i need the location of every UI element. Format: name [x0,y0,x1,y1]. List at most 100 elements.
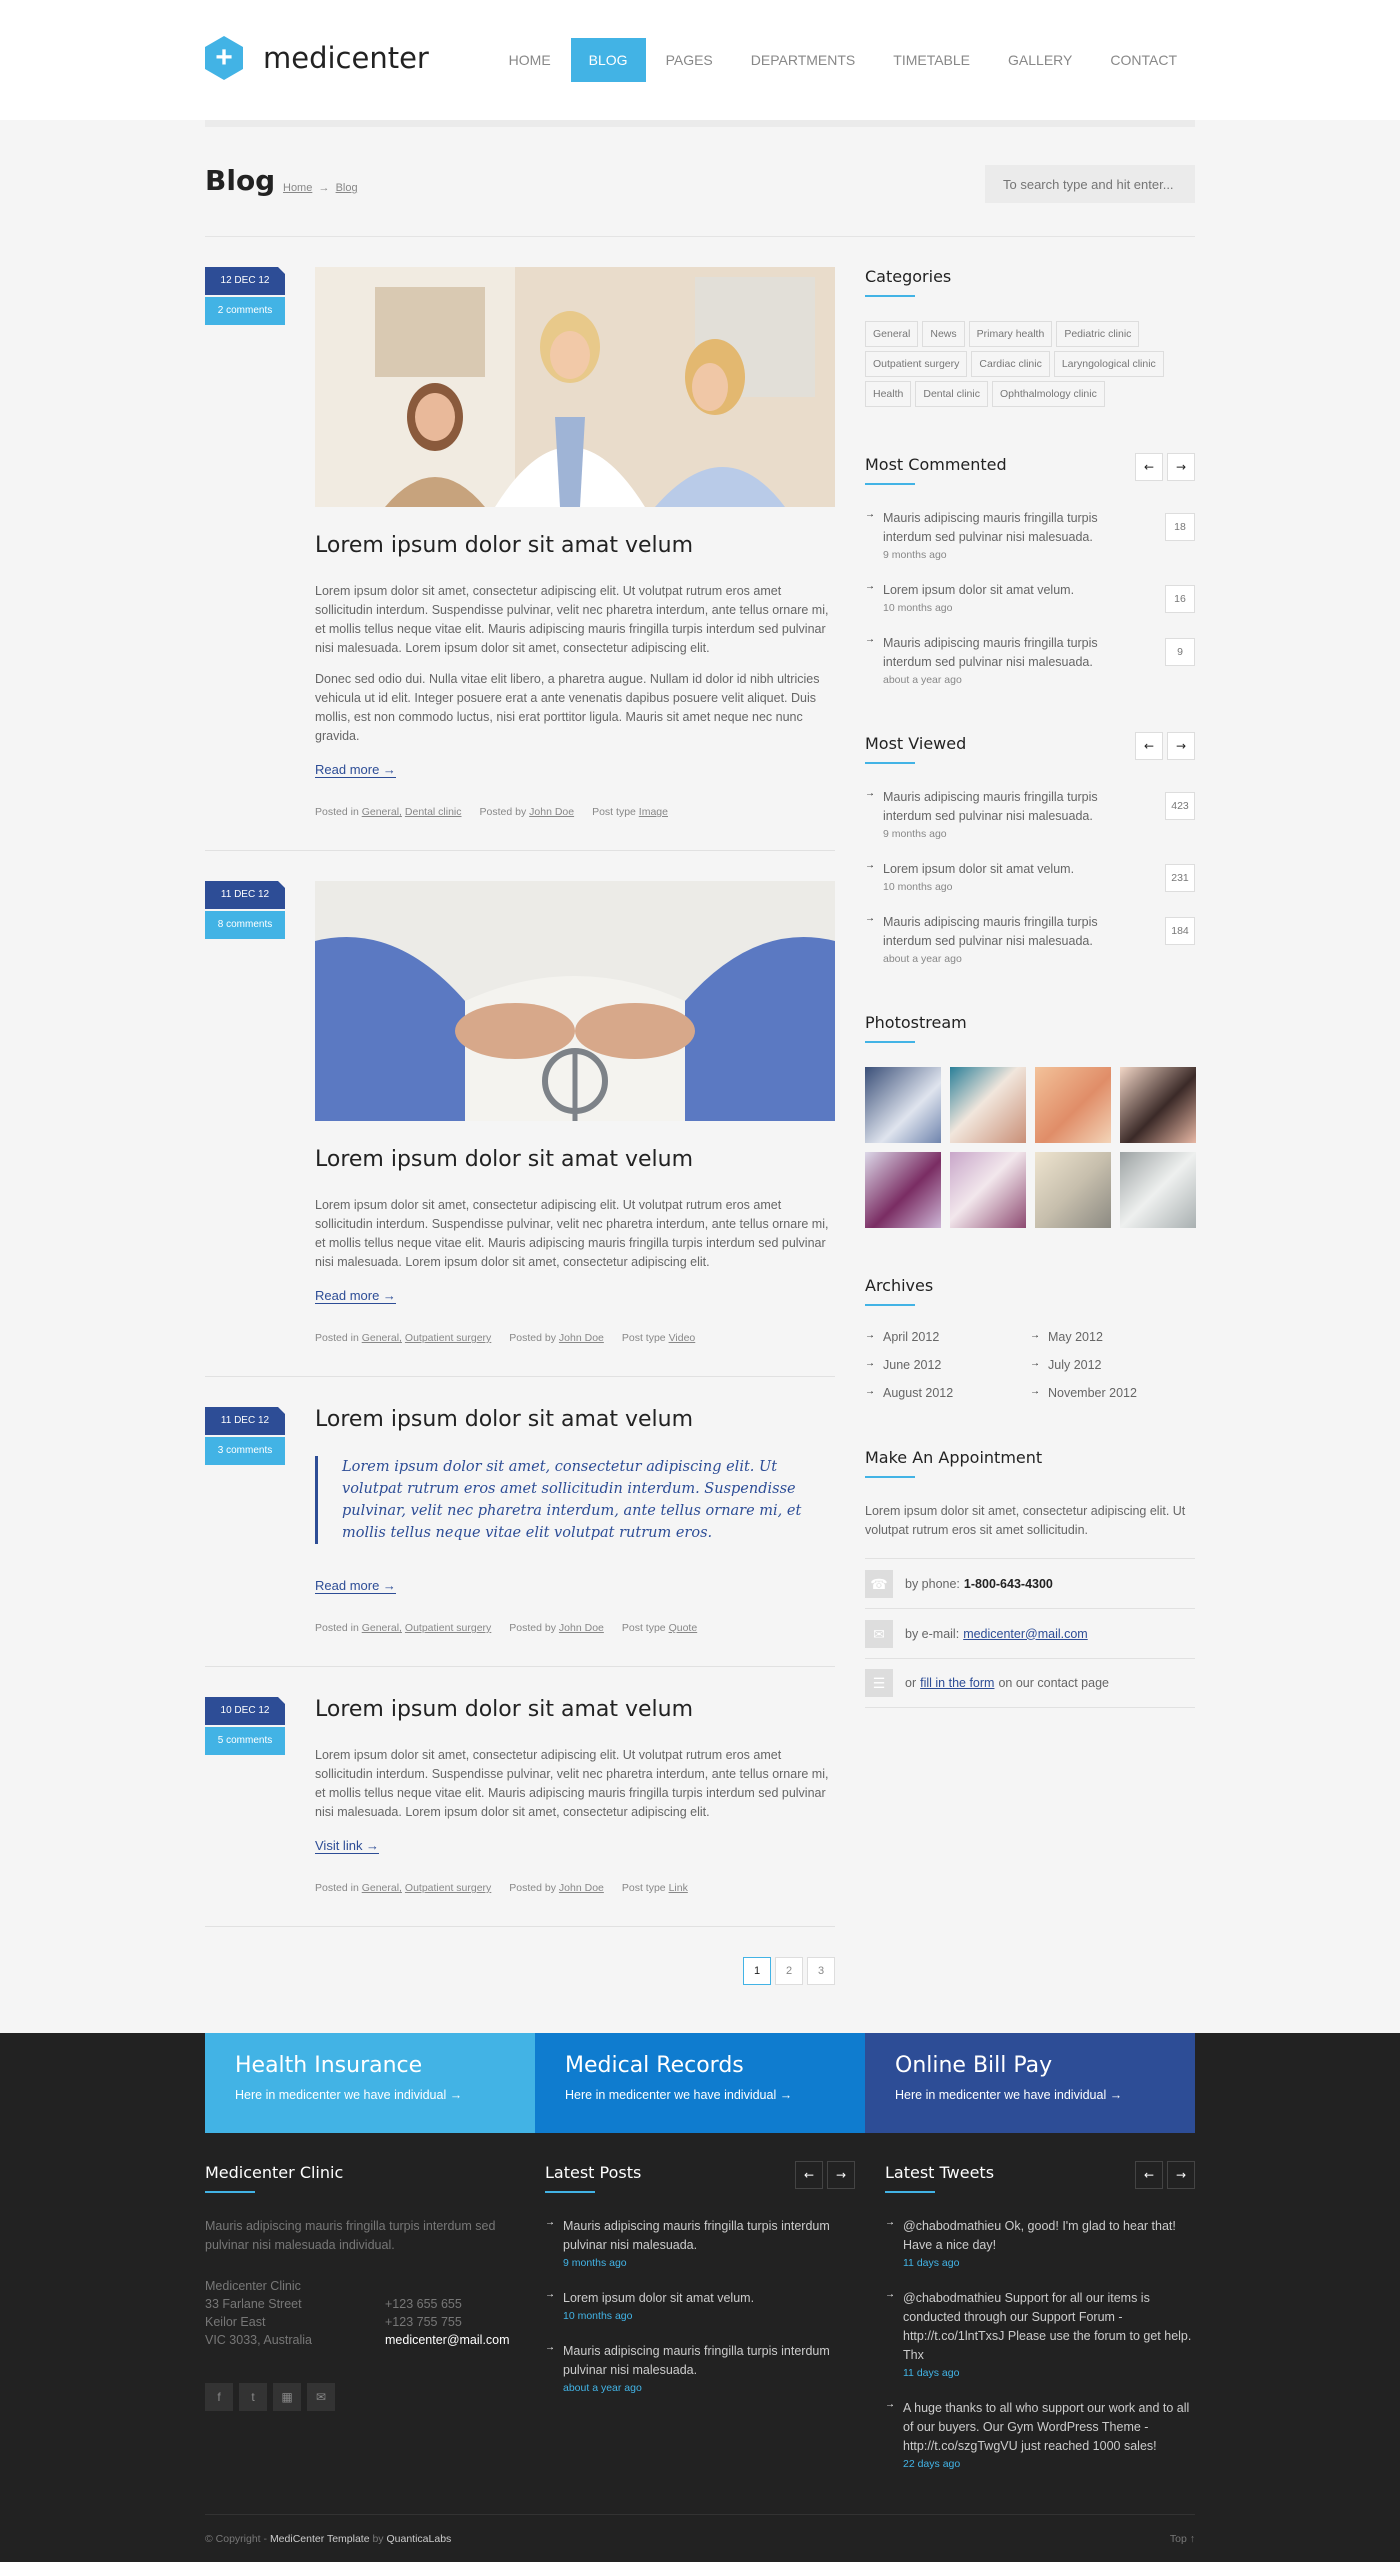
facebook-icon[interactable]: f [205,2383,233,2411]
archive-link[interactable]: November 2012 [1030,1386,1195,1400]
archive-link[interactable]: August 2012 [865,1386,1030,1400]
item-title[interactable]: Lorem ipsum dolor sit amat velum. [563,2289,855,2308]
photo-thumbnail[interactable] [865,1152,941,1228]
nav-home[interactable]: HOME [491,38,569,82]
archive-link[interactable]: May 2012 [1030,1330,1195,1344]
page-3-button[interactable]: 3 [807,1957,835,1985]
nav-timetable[interactable]: TIMETABLE [875,38,988,82]
list-item[interactable]: Lorem ipsum dolor sit amat velum. 10 mont… [865,581,1195,614]
item-title[interactable]: Mauris adipiscing mauris fringilla turpi… [883,634,1147,672]
list-item[interactable]: Mauris adipiscing mauris fringilla turpi… [865,509,1195,561]
next-arrow-icon[interactable]: → [827,2161,855,2189]
list-item[interactable]: Lorem ipsum dolor sit amat velum. 10 mont… [865,860,1195,893]
prev-arrow-icon[interactable]: ← [1135,453,1163,481]
list-item[interactable]: Mauris adipiscing mauris fringilla turpi… [865,788,1195,840]
breadcrumb-home[interactable]: Home [283,182,312,194]
tag-pediatric-clinic[interactable]: Pediatric clinic [1056,321,1140,347]
post-comments-count[interactable]: 2 comments [205,297,285,325]
item-title[interactable]: Mauris adipiscing mauris fringilla turpi… [563,2217,855,2255]
tag-ophthalmology-clinic[interactable]: Ophthalmology clinic [991,381,1105,407]
nav-blog[interactable]: BLOG [570,38,646,82]
tag-dental-clinic[interactable]: Dental clinic [915,381,988,407]
photo-thumbnail[interactable] [950,1067,1026,1143]
prev-arrow-icon[interactable]: ← [795,2161,823,2189]
tag-cardiac-clinic[interactable]: Cardiac clinic [971,351,1050,377]
item-title[interactable]: Mauris adipiscing mauris fringilla turpi… [883,509,1147,547]
footer-email-link[interactable]: medicenter@mail.com [385,2331,515,2349]
category-link[interactable]: Outpatient surgery [405,1882,491,1894]
photo-thumbnail[interactable] [1120,1067,1196,1143]
logo[interactable]: + medicenter [205,36,429,80]
category-link[interactable]: General, [362,1882,402,1894]
box-text[interactable]: Here in medicenter we have individual → [895,2088,1165,2102]
box-text[interactable]: Here in medicenter we have individual → [235,2088,505,2102]
post-title[interactable]: Lorem ipsum dolor sit amat velum [315,1147,835,1172]
item-title[interactable]: Mauris adipiscing mauris fringilla turpi… [563,2342,855,2380]
contact-form-link[interactable]: fill in the form [920,1676,994,1690]
online-bill-pay-box[interactable]: Online Bill Pay Here in medicenter we hav… [865,2033,1195,2133]
read-more-link[interactable]: Read more → [315,1578,396,1594]
post-type-link[interactable]: Link [669,1882,688,1894]
twitter-icon[interactable]: t [239,2383,267,2411]
tweet-link[interactable]: http://t.co/1lntTxsJ [903,2329,1004,2343]
tag-primary-health[interactable]: Primary health [968,321,1053,347]
category-link[interactable]: Outpatient surgery [405,1332,491,1344]
tweet-time[interactable]: 11 days ago [903,2257,1195,2269]
category-link[interactable]: General, [362,1622,402,1634]
post-type-link[interactable]: Image [639,806,668,818]
photo-thumbnail[interactable] [1035,1152,1111,1228]
tweet-time[interactable]: 11 days ago [903,2367,1195,2379]
item-title[interactable]: Lorem ipsum dolor sit amat velum. [883,860,1147,879]
mail-icon[interactable]: ✉ [307,2383,335,2411]
post-type-link[interactable]: Video [669,1332,696,1344]
prev-arrow-icon[interactable]: ← [1135,732,1163,760]
box-text[interactable]: Here in medicenter we have individual → [565,2088,835,2102]
list-item[interactable]: Lorem ipsum dolor sit amat velum. 10 mont… [545,2289,855,2322]
author-link[interactable]: John Doe [559,1332,604,1344]
item-title[interactable]: Mauris adipiscing mauris fringilla turpi… [883,913,1147,951]
photo-thumbnail[interactable] [950,1152,1026,1228]
archive-link[interactable]: July 2012 [1030,1358,1195,1372]
calendar-icon[interactable]: ▦ [273,2383,301,2411]
list-item[interactable]: Mauris adipiscing mauris fringilla turpi… [545,2342,855,2394]
tag-general[interactable]: General [865,321,919,347]
post-comments-count[interactable]: 5 comments [205,1727,285,1755]
tag-outpatient-surgery[interactable]: Outpatient surgery [865,351,968,377]
back-to-top-link[interactable]: Top ↑ [1170,2533,1195,2545]
nav-contact[interactable]: CONTACT [1092,38,1195,82]
prev-arrow-icon[interactable]: ← [1135,2161,1163,2189]
photo-thumbnail[interactable] [865,1067,941,1143]
nav-pages[interactable]: PAGES [648,38,731,82]
author-link[interactable]: John Doe [559,1882,604,1894]
post-title[interactable]: Lorem ipsum dolor sit amat velum [315,533,835,558]
list-item[interactable]: Mauris adipiscing mauris fringilla turpi… [865,634,1195,686]
next-arrow-icon[interactable]: → [1167,453,1195,481]
next-arrow-icon[interactable]: → [1167,2161,1195,2189]
next-arrow-icon[interactable]: → [1167,732,1195,760]
page-2-button[interactable]: 2 [775,1957,803,1985]
category-link[interactable]: General, [362,1332,402,1344]
post-image[interactable] [315,267,835,507]
archive-link[interactable]: June 2012 [865,1358,1030,1372]
post-comments-count[interactable]: 8 comments [205,911,285,939]
post-type-link[interactable]: Quote [669,1622,698,1634]
tweet-time[interactable]: 22 days ago [903,2458,1195,2470]
health-insurance-box[interactable]: Health Insurance Here in medicenter we ha… [205,2033,535,2133]
post-title[interactable]: Lorem ipsum dolor sit amat velum [315,1407,835,1432]
tag-health[interactable]: Health [865,381,912,407]
read-more-link[interactable]: Read more → [315,1288,396,1304]
category-link[interactable]: Dental clinic [405,806,462,818]
archive-link[interactable]: April 2012 [865,1330,1030,1344]
post-title[interactable]: Lorem ipsum dolor sit amat velum [315,1697,835,1722]
nav-departments[interactable]: DEPARTMENTS [733,38,874,82]
author-link[interactable]: John Doe [559,1622,604,1634]
medical-records-box[interactable]: Medical Records Here in medicenter we hav… [535,2033,865,2133]
list-item[interactable]: Mauris adipiscing mauris fringilla turpi… [865,913,1195,965]
page-1-button[interactable]: 1 [743,1957,771,1985]
nav-gallery[interactable]: GALLERY [990,38,1090,82]
item-title[interactable]: Mauris adipiscing mauris fringilla turpi… [883,788,1147,826]
category-link[interactable]: General, [362,806,402,818]
search-input[interactable] [985,165,1195,203]
post-image[interactable] [315,881,835,1121]
photo-thumbnail[interactable] [1035,1067,1111,1143]
